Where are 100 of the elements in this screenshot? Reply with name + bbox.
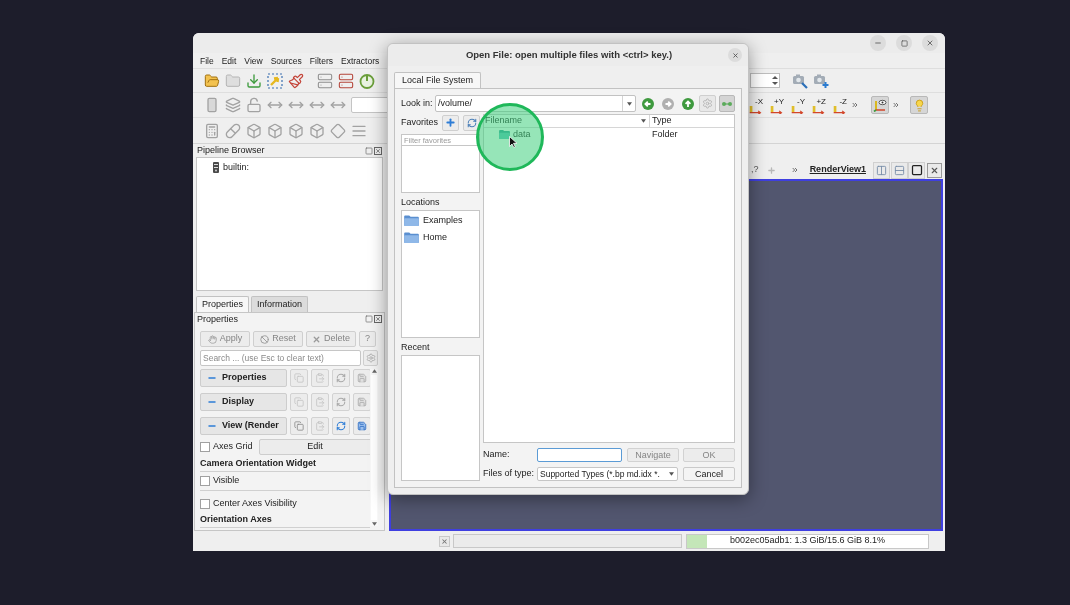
camera-search-icon[interactable]: [792, 72, 808, 89]
name-field[interactable]: [537, 448, 622, 462]
cube-icon[interactable]: [288, 122, 304, 139]
section-toggle[interactable]: Properties: [200, 369, 287, 387]
server-icon[interactable]: [338, 72, 354, 89]
copy-button[interactable]: [290, 393, 308, 411]
dialog-tab[interactable]: Local File System: [394, 72, 482, 88]
file-type-combo[interactable]: Supported Types (*.bp md.idx *.: [537, 467, 678, 481]
close-icon[interactable]: [374, 146, 382, 155]
axis-view-button[interactable]: +Y: [768, 95, 784, 115]
maximize-view-button[interactable]: [908, 161, 925, 179]
axis-view-button[interactable]: +Z: [810, 95, 826, 115]
edit-button[interactable]: Edit: [258, 439, 372, 455]
locations-label: Locations: [401, 196, 441, 210]
cube-icon[interactable]: [267, 122, 283, 139]
folder-icon: [404, 232, 419, 243]
section-toggle[interactable]: Display: [200, 393, 287, 411]
refresh-button[interactable]: [332, 369, 350, 387]
spin-arrows-icon[interactable]: [771, 74, 779, 87]
axis-view-button[interactable]: -Y: [789, 95, 805, 115]
close-icon: [930, 165, 939, 175]
rectangle-icon[interactable]: [204, 97, 220, 113]
double-chevron-icon[interactable]: [790, 166, 799, 174]
minimize-button[interactable]: [870, 35, 886, 51]
calculator-icon[interactable]: [204, 122, 220, 139]
refresh-button[interactable]: [332, 417, 350, 435]
double-chevron-icon[interactable]: [892, 101, 900, 109]
split-columns-icon: [876, 164, 887, 176]
close-icon: [441, 537, 448, 545]
checkbox[interactable]: [200, 475, 210, 486]
paste-button[interactable]: [311, 417, 329, 435]
paintbrush-icon[interactable]: [288, 72, 304, 89]
double-chevron-icon[interactable]: [851, 101, 859, 109]
refresh-button[interactable]: [463, 114, 480, 131]
location-item[interactable]: Examples: [423, 213, 463, 228]
pipeline-item[interactable]: builtin:: [223, 161, 249, 173]
menu-item[interactable]: Extractors: [340, 54, 380, 67]
look-in-combo[interactable]: /volume/: [435, 95, 636, 112]
section-toggle[interactable]: View (Render: [200, 417, 287, 435]
menu-item[interactable]: Edit: [221, 54, 237, 67]
server-icon[interactable]: [317, 72, 333, 89]
download-icon[interactable]: [246, 72, 262, 89]
arrow-selection-icon[interactable]: [267, 72, 283, 89]
paste-button[interactable]: [311, 393, 329, 411]
split-rows-icon: [894, 164, 905, 176]
copy-icon: [294, 397, 304, 407]
panel-tab[interactable]: Information: [251, 296, 309, 312]
scroll-down-icon[interactable]: [371, 522, 377, 526]
split-horizontal-button[interactable]: [873, 161, 890, 179]
camera-plus-icon[interactable]: [813, 72, 829, 89]
refresh-button[interactable]: [332, 393, 350, 411]
open-folder-icon[interactable]: [204, 72, 220, 89]
light-toggle-button[interactable]: [910, 96, 928, 114]
look-in-label: Look in:: [401, 96, 434, 110]
folder-icon[interactable]: [225, 72, 241, 89]
add-favorite-button[interactable]: [442, 114, 459, 131]
unlock-icon[interactable]: [246, 97, 262, 113]
axes-toggle-button[interactable]: [871, 96, 889, 114]
close-view-button[interactable]: [927, 162, 942, 178]
location-item[interactable]: Home: [423, 230, 447, 245]
menu-item[interactable]: Filters: [309, 54, 333, 67]
diamond-icon[interactable]: [330, 122, 346, 139]
layers-icon[interactable]: [225, 97, 241, 113]
copy-button[interactable]: [290, 417, 308, 435]
menu-item[interactable]: File: [200, 54, 214, 67]
axes-arrows-icon: [790, 105, 805, 114]
axis-view-button[interactable]: -Z: [831, 95, 847, 115]
view-name[interactable]: RenderView1: [809, 163, 866, 177]
close-button[interactable]: [728, 48, 742, 62]
cube-icon[interactable]: [309, 122, 325, 139]
panel-tab[interactable]: Properties: [196, 296, 250, 312]
paste-button[interactable]: [311, 369, 329, 387]
save-button[interactable]: [353, 393, 371, 411]
folder-icon: [404, 215, 419, 226]
column-header[interactable]: Type: [649, 115, 734, 127]
save-button[interactable]: [353, 417, 371, 435]
up-arrow-icon[interactable]: [682, 97, 694, 110]
maximize-icon: [910, 164, 923, 176]
power-icon[interactable]: [359, 72, 375, 89]
caret-icon: [669, 472, 674, 476]
plus-icon[interactable]: [766, 165, 776, 175]
scroll-up-icon[interactable]: [371, 369, 377, 373]
spin-field[interactable]: [750, 73, 780, 88]
capsule-icon[interactable]: [225, 122, 241, 139]
search-field[interactable]: Search ... (use Esc to clear text): [200, 350, 361, 366]
close-button[interactable]: [922, 35, 938, 51]
left-arrow-icon[interactable]: [642, 97, 654, 110]
toggle-button[interactable]: [719, 95, 735, 112]
close-icon: [926, 39, 934, 47]
menu-item[interactable]: View: [244, 54, 263, 67]
refresh-icon: [336, 373, 346, 383]
cube-icon[interactable]: [246, 122, 262, 139]
checkbox[interactable]: [200, 442, 210, 452]
maximize-button[interactable]: [896, 35, 912, 51]
copy-button[interactable]: [290, 369, 308, 387]
abort-button[interactable]: [439, 535, 450, 547]
menu-item[interactable]: Sources: [270, 54, 302, 67]
checkbox[interactable]: [200, 499, 210, 509]
cancel-button[interactable]: Cancel: [683, 467, 735, 481]
close-icon[interactable]: [374, 315, 382, 323]
